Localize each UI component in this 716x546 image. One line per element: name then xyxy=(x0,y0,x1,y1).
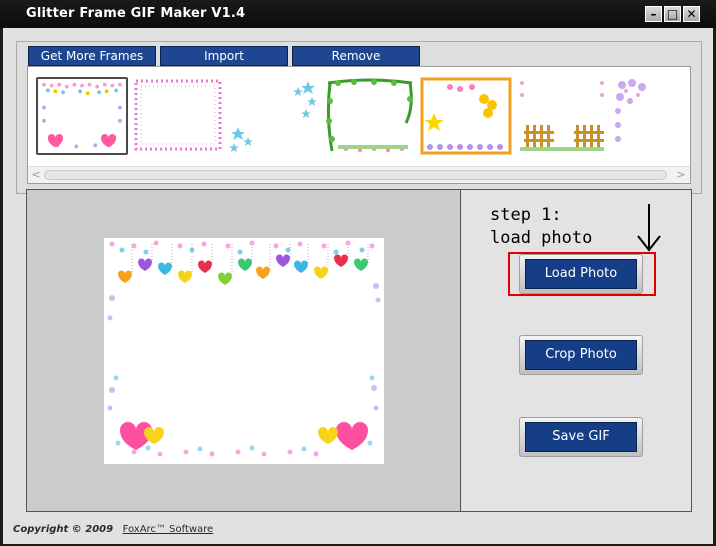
frame-thumbnail-pink-dots[interactable] xyxy=(132,77,224,155)
load-photo-label: Load Photo xyxy=(525,259,637,289)
frame-hearts-icon xyxy=(42,82,122,149)
crop-photo-button[interactable]: Crop Photo xyxy=(519,335,643,375)
frame-thumbnail-balloons[interactable] xyxy=(420,77,512,155)
minimize-button[interactable]: – xyxy=(645,6,662,22)
copyright-text: Copyright © 2009 xyxy=(13,524,114,535)
get-more-frames-button[interactable]: Get More Frames xyxy=(28,46,156,66)
client-area: Get More Frames Import Remove < > step 1… xyxy=(3,28,713,544)
close-button[interactable]: ✕ xyxy=(683,6,700,22)
frame-preview xyxy=(104,238,384,464)
maximize-button[interactable]: □ xyxy=(664,6,681,22)
frame-green-vines-icon xyxy=(326,78,413,152)
frame-thumbnail-strip: < > xyxy=(27,66,691,184)
frame-thumbnail-purple[interactable] xyxy=(612,77,690,155)
frame-purple-icon xyxy=(615,79,646,142)
window-title: Glitter Frame GIF Maker V1.4 xyxy=(26,6,246,21)
import-button[interactable]: Import xyxy=(160,46,288,66)
company-link[interactable]: FoxArc™ Software xyxy=(123,524,214,535)
frame-balloons-icon xyxy=(420,77,512,155)
save-gif-label: Save GIF xyxy=(525,422,637,452)
title-bar[interactable]: Glitter Frame GIF Maker V1.4 – □ ✕ xyxy=(0,0,716,28)
save-gif-button[interactable]: Save GIF xyxy=(519,417,643,457)
frame-blue-stars-icon xyxy=(229,81,317,152)
arrow-down-icon xyxy=(637,204,661,252)
footer: Copyright © 2009 FoxArc™ Software xyxy=(13,524,213,540)
frames-panel: Get More Frames Import Remove < > xyxy=(16,41,702,194)
frame-thumbnail-blue-stars[interactable] xyxy=(228,77,320,155)
load-photo-button[interactable]: Load Photo xyxy=(519,254,643,294)
preview-hearts-frame-icon xyxy=(107,240,381,457)
workspace: step 1: load photo Load Photo Crop Photo… xyxy=(26,189,692,512)
preview-area xyxy=(27,190,461,511)
scroll-thumb[interactable] xyxy=(44,170,667,180)
scroll-right-icon[interactable]: > xyxy=(674,167,688,183)
scroll-left-icon[interactable]: < xyxy=(29,167,43,183)
frame-thumbnail-hearts[interactable] xyxy=(36,77,128,155)
frame-pink-dots-icon xyxy=(134,79,222,151)
step-hint: step 1: load photo xyxy=(490,205,593,248)
app-window: Glitter Frame GIF Maker V1.4 – □ ✕ Get M… xyxy=(0,0,716,546)
frame-fence-icon xyxy=(520,81,604,151)
frame-thumbnail-fence[interactable] xyxy=(516,77,608,155)
controls-area: step 1: load photo Load Photo Crop Photo… xyxy=(462,190,691,511)
frame-thumbnail-green-vines[interactable] xyxy=(324,77,416,155)
crop-photo-label: Crop Photo xyxy=(525,340,637,370)
remove-button[interactable]: Remove xyxy=(292,46,420,66)
thumbnail-scrollbar[interactable]: < > xyxy=(28,166,690,183)
